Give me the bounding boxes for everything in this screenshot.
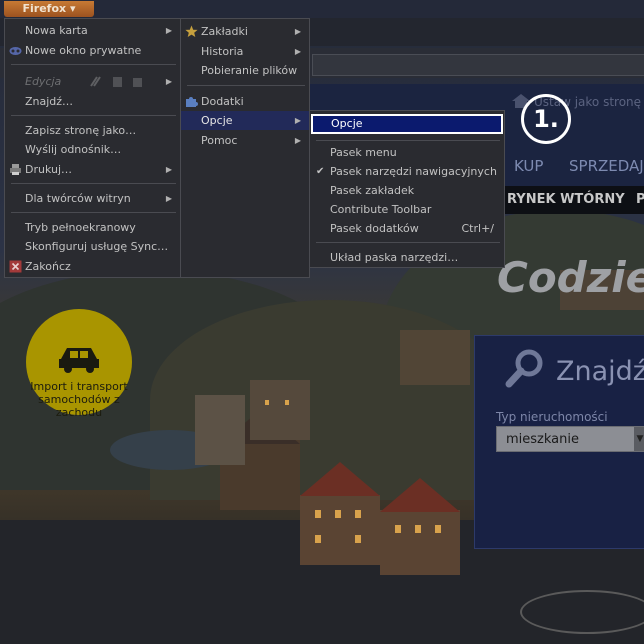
private-mask-icon (9, 47, 22, 55)
url-bar[interactable] (312, 54, 644, 76)
printer-icon (10, 164, 21, 175)
menu-item-new-private-window[interactable]: Nowe okno prywatne (5, 41, 180, 60)
chevron-right-icon: ▶ (165, 165, 172, 174)
chevron-right-icon: ▶ (165, 77, 172, 86)
magnifier-icon (505, 349, 543, 388)
menu-separator (316, 242, 500, 243)
menu-item-addons[interactable]: Dodatki (181, 92, 309, 111)
chevron-right-icon: ▶ (294, 116, 301, 125)
menu-separator (187, 85, 305, 86)
step-number-badge: 1. (521, 94, 571, 144)
firefox-menu-button[interactable]: Firefox ▾ (4, 1, 94, 17)
nav-link-rynek-wtorny[interactable]: RYNEK WTÓRNY (507, 192, 625, 207)
menu-item-options-dialog[interactable]: Opcje (311, 114, 503, 134)
menu-item-downloads[interactable]: Pobieranie plików (181, 61, 309, 80)
menu-item-contribute-toolbar[interactable]: Contribute Toolbar (310, 200, 504, 219)
menu-item-customize-toolbar[interactable]: Układ paska narzędzi… (310, 248, 504, 267)
menu-separator (11, 115, 176, 116)
menu-item-web-developer[interactable]: Dla twórców witryn ▶ (5, 189, 180, 208)
menu-item-history[interactable]: Historia ▶ (181, 42, 309, 61)
edit-tools-icons (90, 76, 142, 87)
nav-link-kup[interactable]: KUP (514, 157, 543, 175)
nav-link-sprzedaj[interactable]: SPRZEDAJ (569, 157, 644, 175)
menu-item-send-link[interactable]: Wyślij odnośnik… (5, 140, 180, 159)
hero-headline: Codzie (497, 253, 644, 302)
star-icon (185, 25, 198, 37)
chevron-right-icon: ▶ (165, 194, 172, 203)
chevron-right-icon: ▶ (294, 27, 301, 36)
title-bar (0, 0, 644, 18)
chevron-right-icon: ▶ (294, 136, 301, 145)
property-type-value: mieszkanie (506, 432, 579, 447)
nav-link-truncated[interactable]: P (636, 192, 644, 207)
close-square-icon (9, 260, 22, 273)
menu-item-new-tab[interactable]: Nowa karta ▶ (5, 21, 180, 40)
chevron-right-icon: ▶ (165, 26, 172, 35)
chevron-right-icon: ▶ (294, 47, 301, 56)
menu-item-quit[interactable]: Zakończ (5, 257, 180, 276)
menu-separator (11, 212, 176, 213)
property-type-label: Typ nieruchomości (496, 410, 608, 424)
menu-item-addon-bar[interactable]: Pasek dodatków Ctrl+/ (310, 219, 504, 238)
menu-item-set-up-sync[interactable]: Skonfiguruj usługę Sync… (5, 237, 180, 256)
search-title: Znajdź (556, 356, 644, 387)
menu-item-options[interactable]: Opcje ▶ (181, 111, 309, 130)
menu-item-help[interactable]: Pomoc ▶ (181, 131, 309, 150)
shortcut-label: Ctrl+/ (461, 222, 495, 235)
menu-separator (11, 183, 176, 184)
firefox-app-menu: Nowa karta ▶ Nowe okno prywatne Edycja ▶ … (4, 18, 181, 278)
menu-item-menu-bar[interactable]: Pasek menu (310, 143, 504, 162)
menu-item-navigation-toolbar[interactable]: ✔ Pasek narzędzi nawigacyjnych (310, 162, 504, 181)
check-icon: ✔ (316, 166, 325, 177)
menu-item-bookmarks[interactable]: Zakładki ▶ (181, 22, 309, 41)
puzzle-icon (186, 97, 198, 107)
menu-item-bookmarks-toolbar[interactable]: Pasek zakładek (310, 181, 504, 200)
menu-separator (11, 64, 176, 65)
menu-item-find[interactable]: Znajdź… (5, 92, 180, 111)
menu-item-fullscreen[interactable]: Tryb pełnoekranowy (5, 218, 180, 237)
car-icon (59, 348, 99, 373)
menu-item-edit: Edycja ▶ (5, 72, 180, 91)
menu-item-save-page[interactable]: Zapisz stronę jako… (5, 121, 180, 140)
chevron-down-icon[interactable]: ▼ (634, 427, 644, 451)
options-submenu: Opcje Pasek menu ✔ Pasek narzędzi nawiga… (309, 110, 505, 268)
menu-separator (316, 140, 500, 141)
transport-promo-text: Import i transport samochodów z zachodu (30, 380, 128, 419)
menu-item-print[interactable]: Drukuj… ▶ (5, 160, 180, 179)
firefox-app-menu-right-column: Zakładki ▶ Historia ▶ Pobieranie plików Do… (180, 18, 310, 278)
